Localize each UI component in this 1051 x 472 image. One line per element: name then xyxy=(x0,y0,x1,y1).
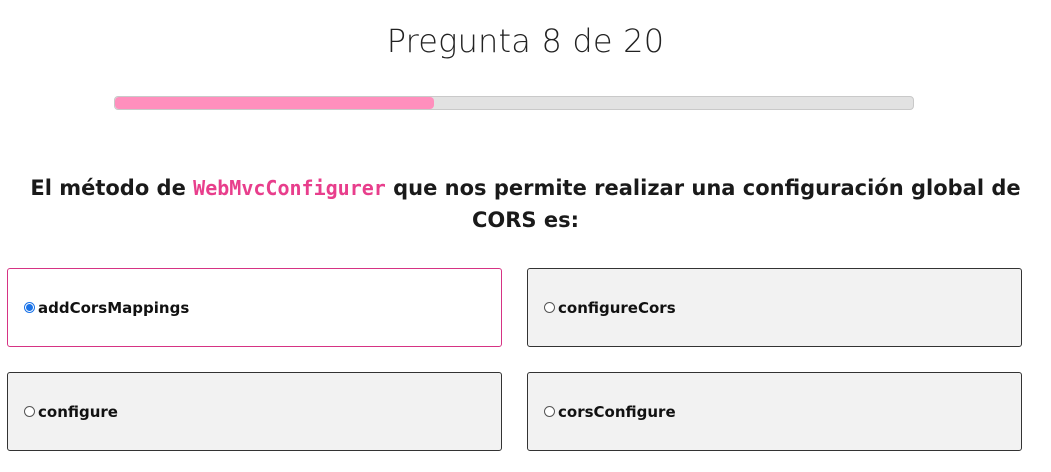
progress-bar xyxy=(114,96,914,110)
radio-button[interactable] xyxy=(24,406,35,417)
answer-option-label: configureCors xyxy=(558,298,676,317)
question-text: El método de WebMvcConfigurer que nos pe… xyxy=(0,172,1051,236)
page-title: Pregunta 8 de 20 xyxy=(386,22,665,60)
question-code: WebMvcConfigurer xyxy=(193,176,386,200)
quiz-page: Pregunta 8 de 20 El método de WebMvcConf… xyxy=(0,0,1051,472)
radio-button[interactable] xyxy=(544,302,555,313)
progress-bar-fill xyxy=(115,97,435,109)
radio-button[interactable] xyxy=(24,302,35,313)
answer-option-label: addCorsMappings xyxy=(38,298,190,317)
answer-option-label: corsConfigure xyxy=(558,402,676,421)
question-prefix: El método de xyxy=(30,176,194,200)
answer-option-addcorsmappings[interactable]: addCorsMappings xyxy=(7,268,502,347)
question-suffix: que nos permite realizar una configuraci… xyxy=(385,176,1021,232)
answer-option-corsconfigure[interactable]: corsConfigure xyxy=(527,372,1022,451)
answer-option-configurecors[interactable]: configureCors xyxy=(527,268,1022,347)
answer-option-configure[interactable]: configure xyxy=(7,372,502,451)
answer-option-label: configure xyxy=(38,402,118,421)
radio-button[interactable] xyxy=(544,406,555,417)
